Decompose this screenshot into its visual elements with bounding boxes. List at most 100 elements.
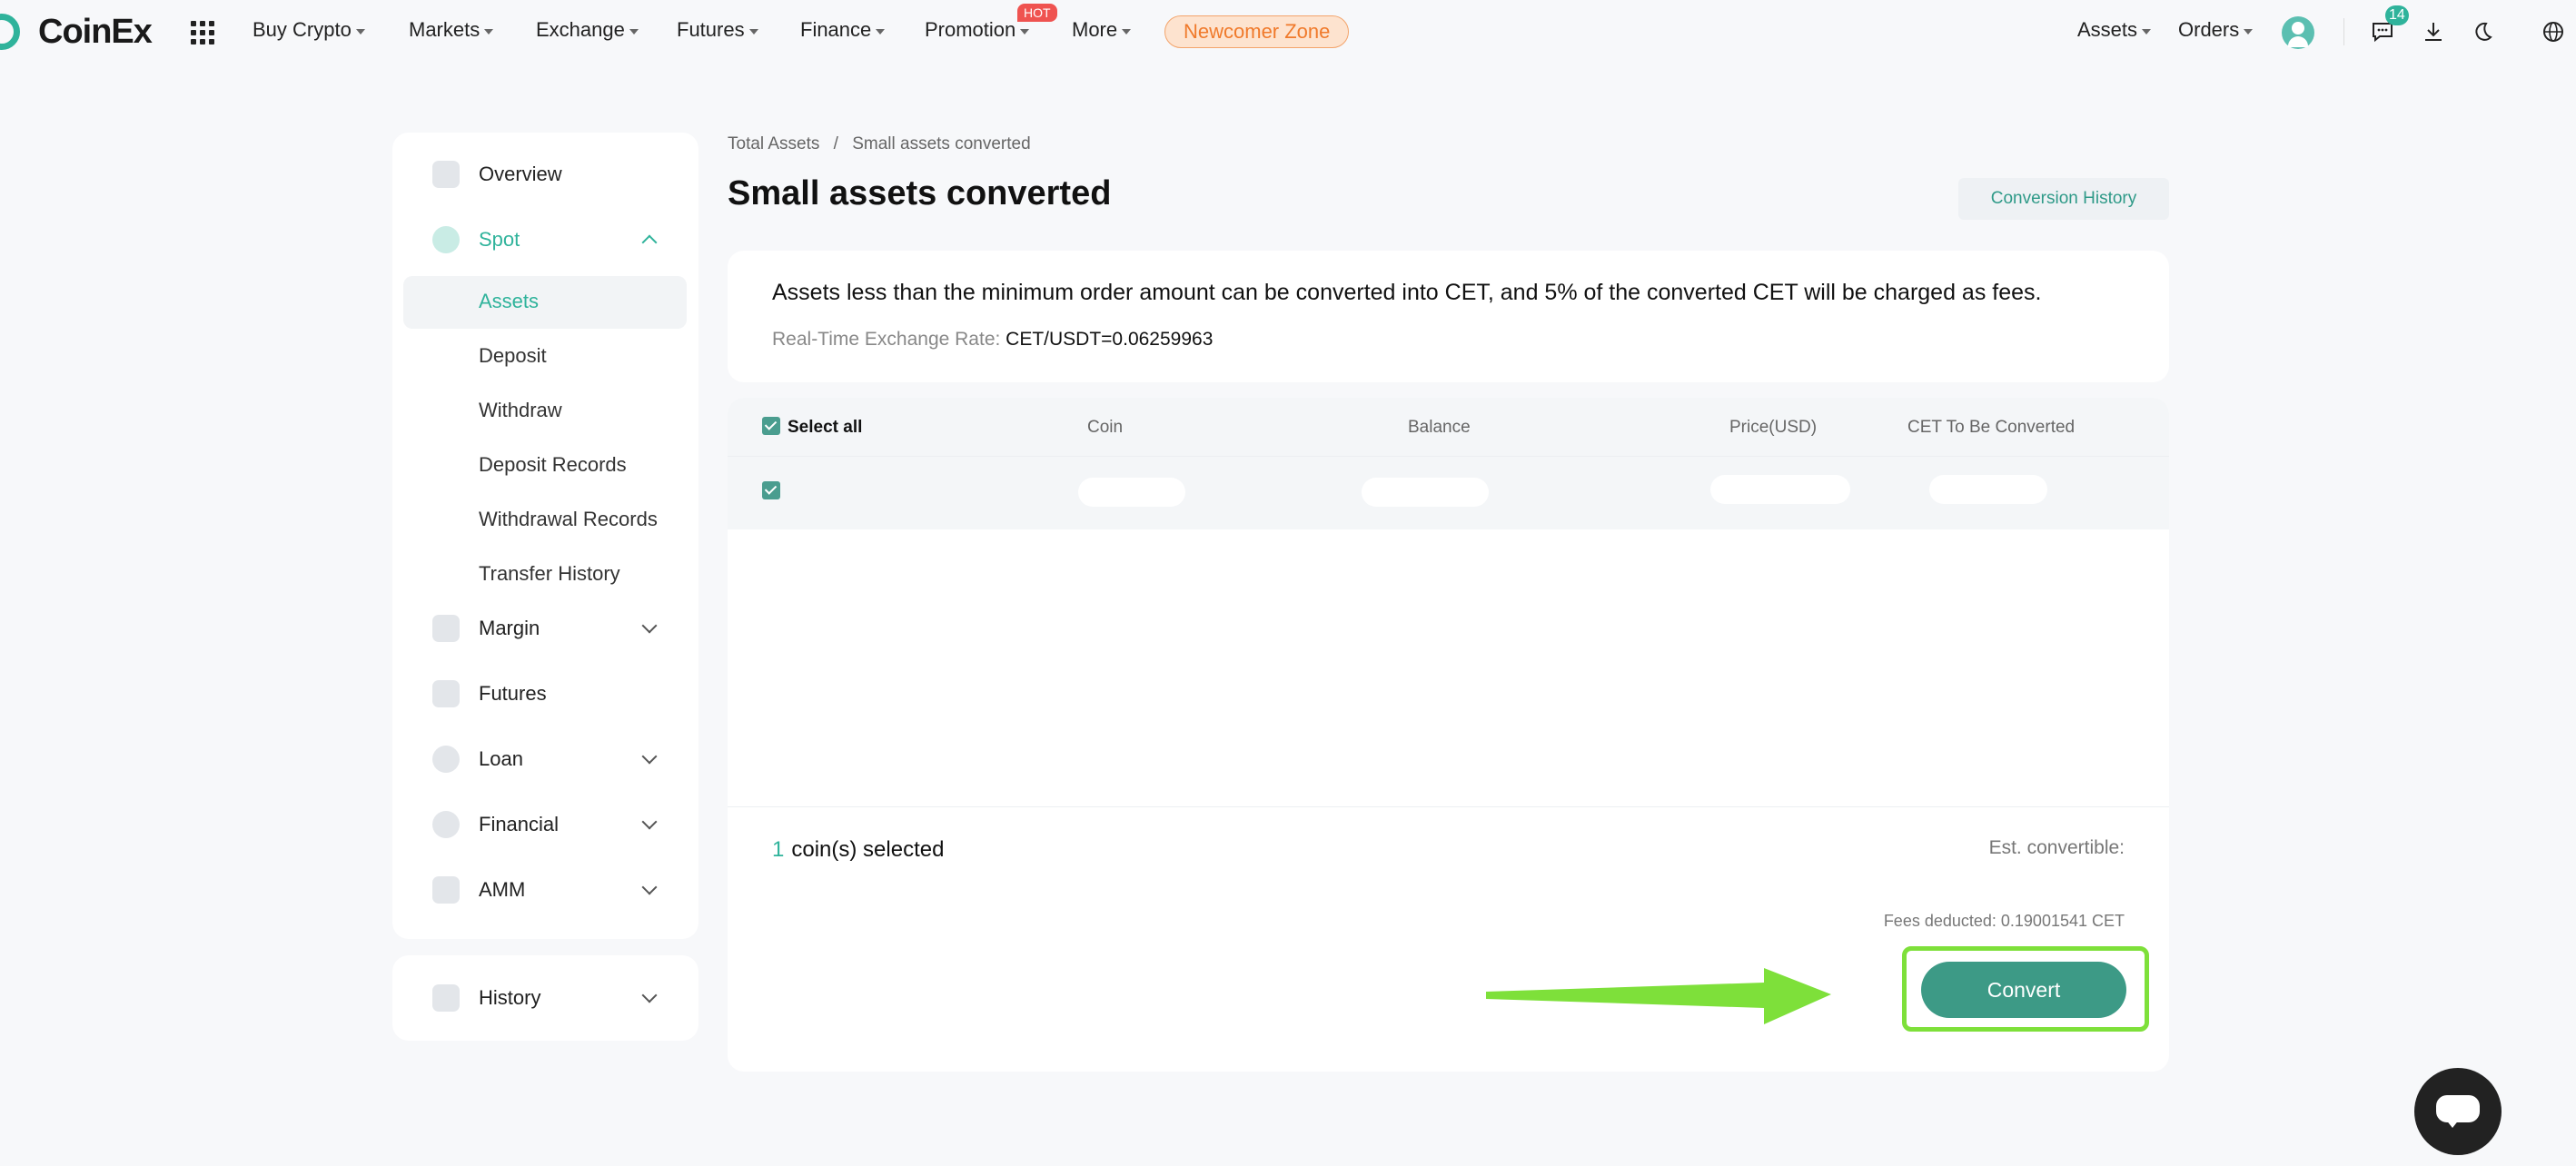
table-header: Select all Coin Balance Price(USD) CET T… (728, 398, 2169, 456)
chevron-up-icon (641, 234, 658, 251)
selected-count-number: 1 (772, 837, 785, 862)
selected-count-text: 1 coin(s) selected (772, 837, 944, 863)
caret-down-icon (1020, 28, 1030, 35)
table-row[interactable] (728, 456, 2169, 529)
caret-down-icon (355, 28, 365, 35)
page-title: Small assets converted (728, 174, 1112, 212)
sidebar-subitem-transfer-history[interactable]: Transfer History (479, 562, 620, 586)
financial-icon (432, 811, 460, 838)
sidebar-item-label: Spot (479, 228, 520, 251)
top-navigation: CoinEx Buy Crypto Markets Exchange Futur… (0, 0, 2576, 64)
caret-down-icon (484, 28, 494, 35)
column-header-price: Price(USD) (1729, 418, 1818, 437)
chevron-down-icon (641, 879, 658, 895)
sidebar-item-label: Futures (479, 682, 547, 705)
conversion-info-text: Assets less than the minimum order amoun… (772, 280, 2042, 305)
chevron-down-icon (641, 618, 658, 634)
sidebar-subitem-assets[interactable]: Assets (479, 290, 539, 313)
sidebar-item-overview[interactable]: Overview (392, 147, 698, 202)
nav-markets[interactable]: Markets (409, 18, 494, 42)
sidebar-item-spot[interactable]: Spot (392, 212, 698, 267)
history-icon (432, 984, 460, 1012)
nav-assets[interactable]: Assets (2077, 18, 2152, 42)
conversion-history-button[interactable]: Conversion History (1958, 178, 2169, 220)
sidebar-item-margin[interactable]: Margin (392, 601, 698, 656)
chat-support-icon[interactable] (2414, 1068, 2502, 1155)
assets-sidebar: Overview Spot Margin Futures Loan Financ… (392, 133, 698, 939)
divider (2343, 18, 2344, 45)
nav-buy-crypto[interactable]: Buy Crypto (253, 18, 365, 42)
sidebar-item-financial[interactable]: Financial (392, 797, 698, 852)
spot-icon (432, 226, 460, 253)
sidebar-item-futures[interactable]: Futures (392, 667, 698, 721)
apps-grid-icon[interactable] (191, 21, 214, 44)
cet-cell-placeholder (1929, 475, 2047, 504)
user-avatar[interactable] (2282, 16, 2314, 49)
exchange-rate-value: CET/USDT=0.06259963 (1006, 329, 1214, 350)
balance-cell-placeholder (1362, 478, 1489, 507)
column-header-cet-to-convert: CET To Be Converted (1907, 418, 2076, 437)
breadcrumb: Total Assets / Small assets converted (728, 134, 1031, 154)
nav-more[interactable]: More (1072, 18, 1132, 42)
coin-cell-placeholder (1078, 478, 1185, 507)
select-all-label: Select all (788, 418, 863, 437)
active-item-highlight (403, 276, 687, 329)
sidebar-item-history[interactable]: History (392, 971, 698, 1025)
sidebar-item-label: Financial (479, 813, 560, 835)
exchange-rate-label: Real-Time Exchange Rate (772, 329, 996, 350)
caret-down-icon (2244, 28, 2254, 35)
futures-icon (432, 680, 460, 707)
breadcrumb-total-assets[interactable]: Total Assets (728, 134, 819, 153)
history-panel: History (392, 955, 698, 1041)
column-header-balance: Balance (1408, 418, 1471, 437)
amm-icon (432, 876, 460, 904)
sidebar-subitem-withdraw[interactable]: Withdraw (479, 399, 562, 422)
caret-down-icon (876, 28, 886, 35)
chevron-down-icon (641, 748, 658, 765)
sidebar-item-loan[interactable]: Loan (392, 732, 698, 786)
hot-badge: HOT (1017, 4, 1057, 22)
select-all-checkbox[interactable] (762, 417, 780, 435)
overview-icon (432, 161, 460, 188)
breadcrumb-separator: / (833, 134, 838, 153)
nav-orders[interactable]: Orders (2178, 18, 2254, 42)
caret-down-icon (748, 28, 758, 35)
selected-count-label: coin(s) selected (791, 837, 945, 862)
coinex-logo-icon (0, 14, 27, 50)
chevron-down-icon (641, 814, 658, 830)
caret-down-icon (2142, 28, 2152, 35)
price-cell-placeholder (1710, 475, 1850, 504)
nav-exchange[interactable]: Exchange (536, 18, 639, 42)
coinex-logo[interactable]: CoinEx (0, 11, 153, 53)
sidebar-item-label: Overview (479, 163, 562, 185)
language-globe-icon[interactable] (2540, 18, 2567, 45)
margin-icon (432, 615, 460, 642)
sidebar-subitem-deposit-records[interactable]: Deposit Records (479, 453, 627, 477)
caret-down-icon (629, 28, 639, 35)
row-checkbox[interactable] (762, 481, 780, 499)
exchange-rate-line: Real-Time Exchange Rate: CET/USDT=0.0625… (772, 329, 1214, 350)
divider (728, 806, 2169, 807)
dark-mode-icon[interactable] (2469, 18, 2496, 45)
est-convertible-label: Est. convertible: (1988, 837, 2125, 858)
nav-futures[interactable]: Futures (677, 18, 758, 42)
sidebar-subitem-deposit[interactable]: Deposit (479, 344, 547, 368)
message-count-badge: 14 (2385, 5, 2409, 25)
sidebar-item-label: Margin (479, 617, 540, 639)
breadcrumb-current: Small assets converted (852, 134, 1031, 153)
download-icon[interactable] (2420, 18, 2447, 45)
sidebar-item-label: AMM (479, 878, 526, 901)
column-header-coin: Coin (1087, 418, 1124, 437)
loan-icon (432, 746, 460, 773)
newcomer-zone-button[interactable]: Newcomer Zone (1164, 15, 1350, 48)
green-arrow-annotation (1486, 968, 1831, 1024)
info-card: Assets less than the minimum order amoun… (728, 251, 2169, 382)
sidebar-subitem-withdrawal-records[interactable]: Withdrawal Records (479, 508, 658, 531)
caret-down-icon (1122, 28, 1132, 35)
brand-name: CoinEx (38, 12, 153, 51)
nav-finance[interactable]: Finance (800, 18, 886, 42)
fees-deducted-text: Fees deducted: 0.19001541 CET (1883, 912, 2125, 930)
nav-promotion[interactable]: Promotion (925, 18, 1030, 42)
sidebar-item-amm[interactable]: AMM (392, 863, 698, 917)
convert-button[interactable]: Convert (1921, 962, 2126, 1018)
